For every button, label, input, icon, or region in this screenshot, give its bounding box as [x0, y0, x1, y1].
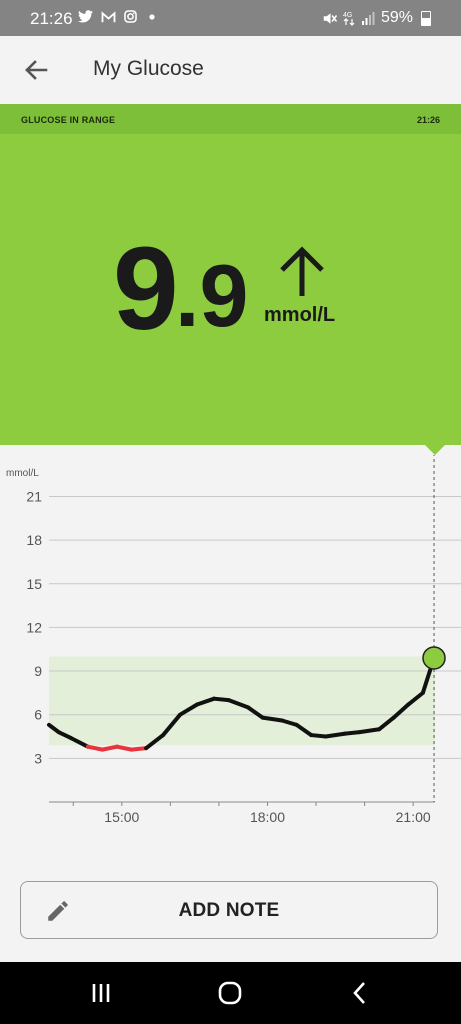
battery-icon: [421, 10, 431, 26]
glucose-line-low-segment: [100, 744, 119, 752]
y-tick-label: 6: [34, 707, 42, 723]
add-note-button[interactable]: ADD NOTE: [20, 881, 438, 939]
glucose-line-low-segment: [129, 746, 149, 752]
glucose-status-header: GLUCOSE IN RANGE 21:26: [0, 104, 461, 134]
page-title: My Glucose: [93, 57, 204, 80]
y-axis-unit-label: mmol/L: [6, 468, 39, 479]
battery-percent: 59%: [380, 9, 413, 26]
y-tick-label: 21: [26, 488, 42, 504]
glucose-line-segment: [309, 733, 328, 739]
system-icons: 4G 59%: [321, 9, 431, 27]
signal-icon: [361, 12, 375, 25]
y-tick-label: 15: [26, 576, 42, 592]
gmail-icon: [101, 10, 116, 22]
x-tick-label: 15:00: [104, 809, 139, 825]
back-nav-icon[interactable]: [345, 978, 375, 1008]
y-tick-label: 18: [26, 532, 42, 548]
back-arrow-icon[interactable]: [20, 54, 52, 86]
reading-unit: mmol/L: [264, 304, 336, 326]
status-bar: 21:26 4G 59%: [0, 0, 461, 36]
reading-timestamp: 21:26: [416, 115, 440, 125]
system-nav-bar: [0, 962, 461, 1024]
glucose-line-low-segment: [85, 744, 105, 752]
glucose-chart: mmol/L 21 18 15 12 9 6 3 15:00 18:00 21:00: [0, 455, 461, 835]
range-status-label: GLUCOSE IN RANGE: [21, 115, 116, 125]
4g-icon: 4G: [343, 12, 355, 26]
home-icon[interactable]: [215, 978, 245, 1008]
target-range-band: [49, 656, 435, 746]
arrow-up-icon: [280, 246, 324, 296]
current-reading-panel: 9 .9 mmol/L: [0, 134, 461, 445]
y-tick-label: 12: [26, 619, 42, 635]
add-note-label: ADD NOTE: [178, 900, 280, 921]
status-time: 21:26: [30, 9, 73, 28]
mute-icon: [323, 12, 337, 24]
reading-value-integer: 9: [113, 223, 179, 355]
svg-text:4G: 4G: [343, 12, 352, 19]
glucose-chart-svg: mmol/L 21 18 15 12 9 6 3 15:00 18:00 21:00: [6, 455, 461, 825]
app-bar: My Glucose: [0, 36, 461, 104]
recent-apps-icon[interactable]: [86, 978, 116, 1008]
reading-value-decimal: .9: [175, 246, 249, 345]
x-tick-label: 18:00: [250, 809, 285, 825]
glucose-line-segment: [212, 696, 231, 703]
glucose-line-low-segment: [114, 744, 134, 752]
current-time-pointer: [425, 445, 445, 455]
current-reading-marker: [422, 646, 446, 670]
twitter-icon: [78, 10, 93, 23]
y-tick-label: 9: [34, 663, 42, 679]
dot-icon: [149, 13, 155, 20]
x-tick-label: 21:00: [396, 809, 431, 825]
instagram-icon: [124, 10, 137, 23]
y-tick-label: 3: [34, 750, 42, 766]
glucose-line-segment: [343, 730, 362, 736]
notification-icons: [78, 10, 159, 23]
